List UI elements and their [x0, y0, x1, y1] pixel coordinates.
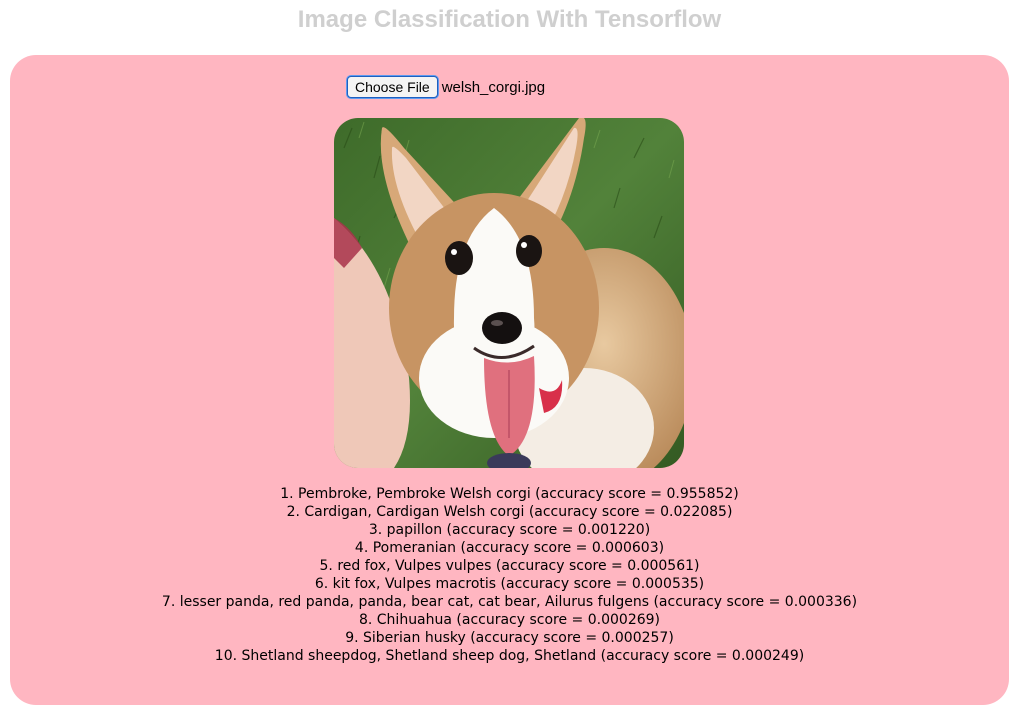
result-item: 3. papillon (accuracy score = 0.001220): [368, 522, 651, 538]
result-item: 4. Pomeranian (accuracy score = 0.000603…: [354, 540, 665, 556]
choose-file-button[interactable]: Choose File: [347, 76, 438, 98]
file-upload-row: Choose File welsh_corgi.jpg: [347, 76, 545, 98]
page-title: Image Classification With Tensorflow: [297, 6, 722, 33]
result-item: 7. lesser panda, red panda, panda, bear …: [161, 594, 858, 610]
selected-file-name: welsh_corgi.jpg: [441, 78, 546, 96]
result-item: 2. Cardigan, Cardigan Welsh corgi (accur…: [286, 504, 733, 520]
result-item: 8. Chihuahua (accuracy score = 0.000269): [358, 612, 661, 628]
classification-panel: Choose File welsh_corgi.jpg 1. Pembroke,…: [10, 55, 1009, 705]
result-item: 5. red fox, Vulpes vulpes (accuracy scor…: [319, 558, 700, 574]
result-item: 9. Siberian husky (accuracy score = 0.00…: [345, 630, 674, 646]
classification-results: 1. Pembroke, Pembroke Welsh corgi (accur…: [10, 485, 1009, 665]
uploaded-image-preview: [334, 118, 684, 468]
result-item: 6. kit fox, Vulpes macrotis (accuracy sc…: [314, 576, 705, 592]
result-item: 10. Shetland sheepdog, Shetland sheep do…: [214, 648, 805, 664]
result-item: 1. Pembroke, Pembroke Welsh corgi (accur…: [280, 486, 739, 502]
